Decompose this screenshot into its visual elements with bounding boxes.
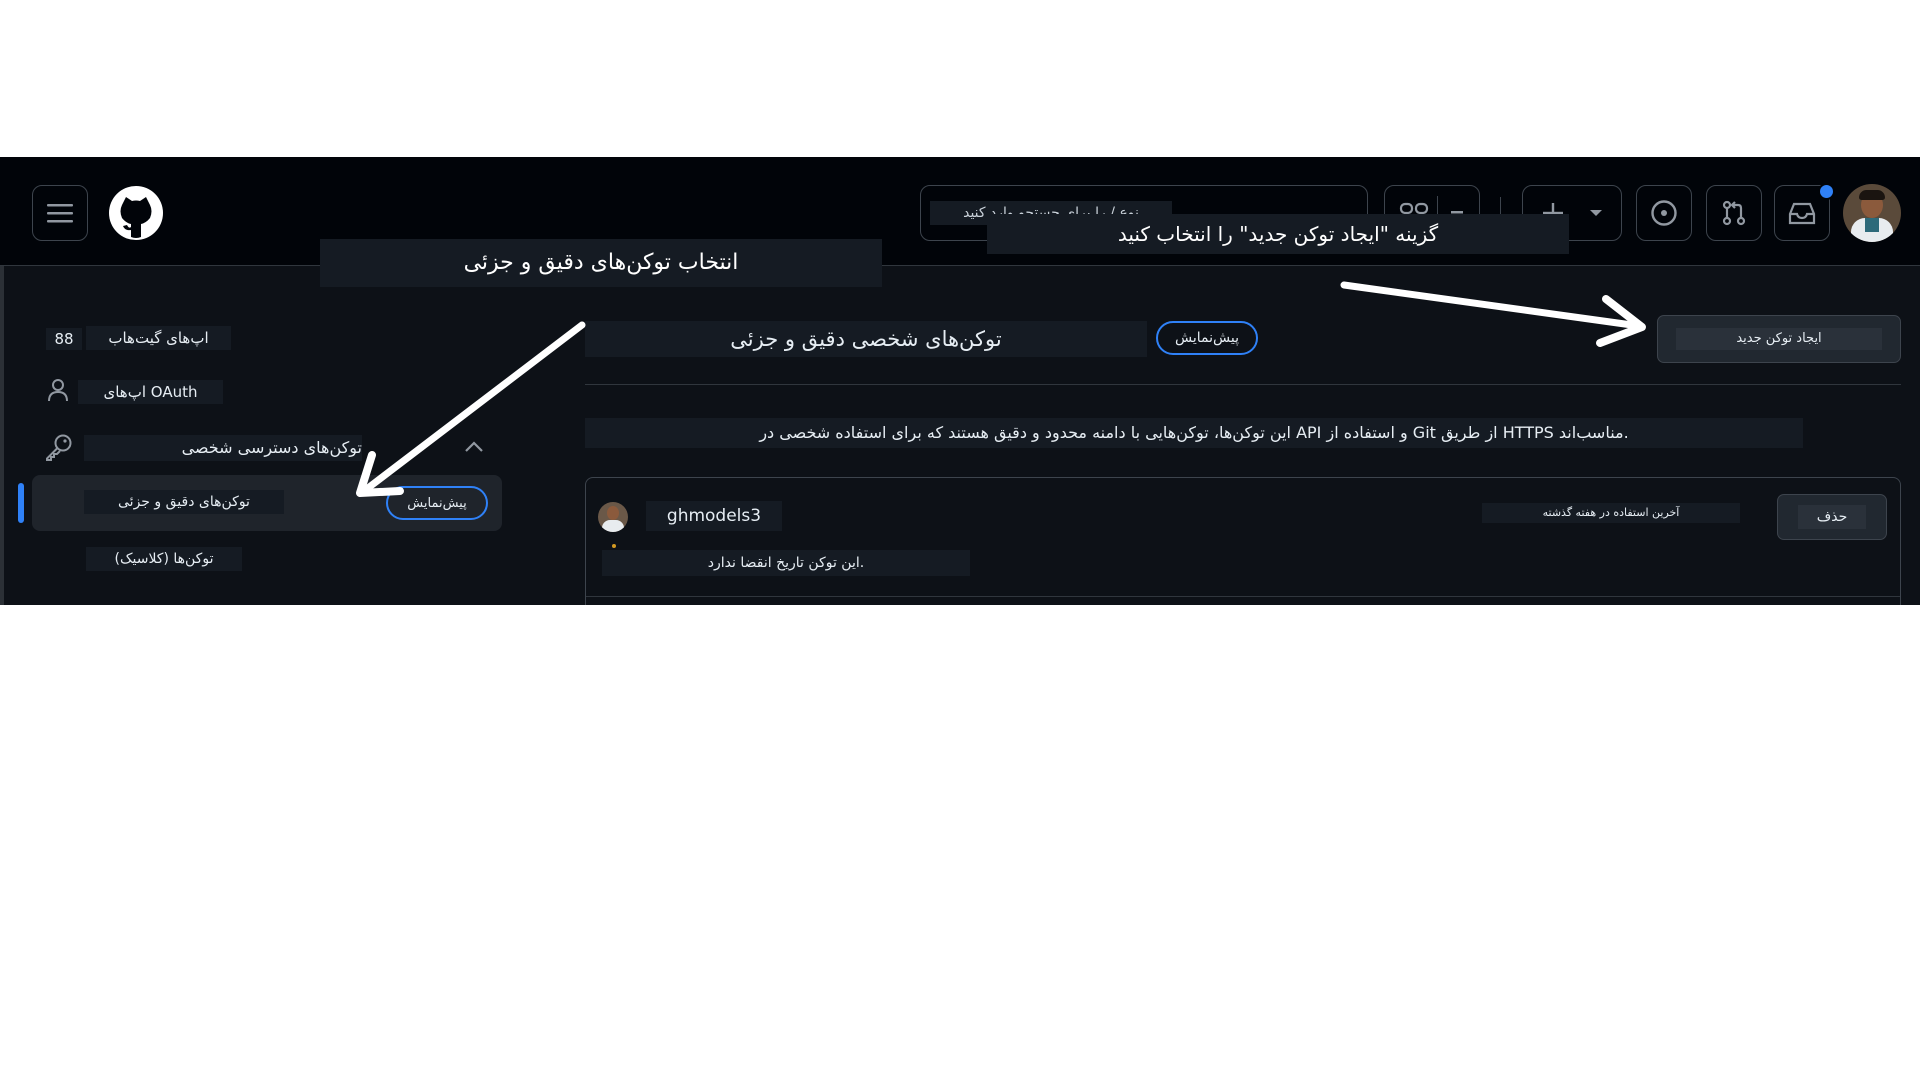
issues-button[interactable]	[1636, 185, 1692, 241]
token-last-used: آخرین استفاده در هفته گذشته	[1482, 503, 1740, 523]
sidebar-active-indicator	[18, 483, 24, 523]
sidebar-item-classic[interactable]: توکن‌ها (کلاسیک)	[86, 547, 242, 571]
sidebar-item-pat[interactable]: توکن‌های دسترسی شخصی	[84, 435, 362, 461]
pull-requests-button[interactable]	[1706, 185, 1762, 241]
key-icon	[46, 434, 72, 461]
token-name[interactable]: ghmodels3	[646, 501, 782, 531]
arrow-to-new-token-icon	[1340, 281, 1646, 347]
new-token-button[interactable]: ایجاد توکن جدید	[1657, 315, 1901, 363]
page-title: توکن‌های شخصی دقیق و جزئی	[585, 321, 1147, 357]
sidebar-item-oauth-apps[interactable]: اپ‌های OAuth	[78, 380, 223, 404]
menu-button[interactable]	[32, 185, 88, 241]
chevron-down-icon	[1590, 210, 1602, 216]
github-apps-icon: 88	[46, 328, 82, 350]
arrow-to-fine-grained-icon	[356, 321, 586, 497]
avatar[interactable]	[1843, 184, 1901, 242]
callout-new-token: گزینه "ایجاد توکن جدید" را انتخاب کنید	[987, 214, 1569, 254]
token-warning-icon	[612, 544, 616, 548]
hamburger-icon	[47, 204, 73, 223]
token-avatar	[598, 502, 628, 532]
callout-fine-grained: انتخاب توکن‌های دقیق و جزئی	[320, 239, 882, 287]
screenshot-frame: نوع / را برای جستجو وارد کنید گزینه "ایج…	[0, 157, 1920, 605]
issues-icon	[1651, 200, 1677, 226]
inbox-icon	[1788, 202, 1816, 225]
pull-request-icon	[1722, 200, 1746, 226]
sidebar-fine-grained-label: توکن‌های دقیق و جزئی	[84, 490, 284, 514]
new-token-button-label: ایجاد توکن جدید	[1676, 328, 1882, 350]
github-logo-icon[interactable]	[108, 185, 164, 241]
sidebar-item-github-apps[interactable]: اپ‌های گیت‌هاب	[86, 326, 231, 350]
notification-dot	[1818, 183, 1835, 200]
token-expiry: این توکن تاریخ انقضا ندارد.	[602, 550, 970, 576]
delete-token-button-label: حذف	[1798, 505, 1866, 529]
token-row-divider	[586, 596, 1900, 597]
title-preview-badge: پیش‌نمایش	[1156, 321, 1258, 355]
top-header: نوع / را برای جستجو وارد کنید	[0, 157, 1920, 266]
person-icon	[48, 379, 68, 402]
page-description: این توکن‌ها، توکن‌هایی با دامنه محدود و …	[585, 418, 1803, 448]
token-row: ghmodels3 این توکن تاریخ انقضا ندارد. آخ…	[586, 478, 1900, 605]
delete-token-button[interactable]: حذف	[1777, 494, 1887, 540]
token-list: ghmodels3 این توکن تاریخ انقضا ندارد. آخ…	[585, 477, 1901, 605]
title-divider	[585, 384, 1901, 385]
